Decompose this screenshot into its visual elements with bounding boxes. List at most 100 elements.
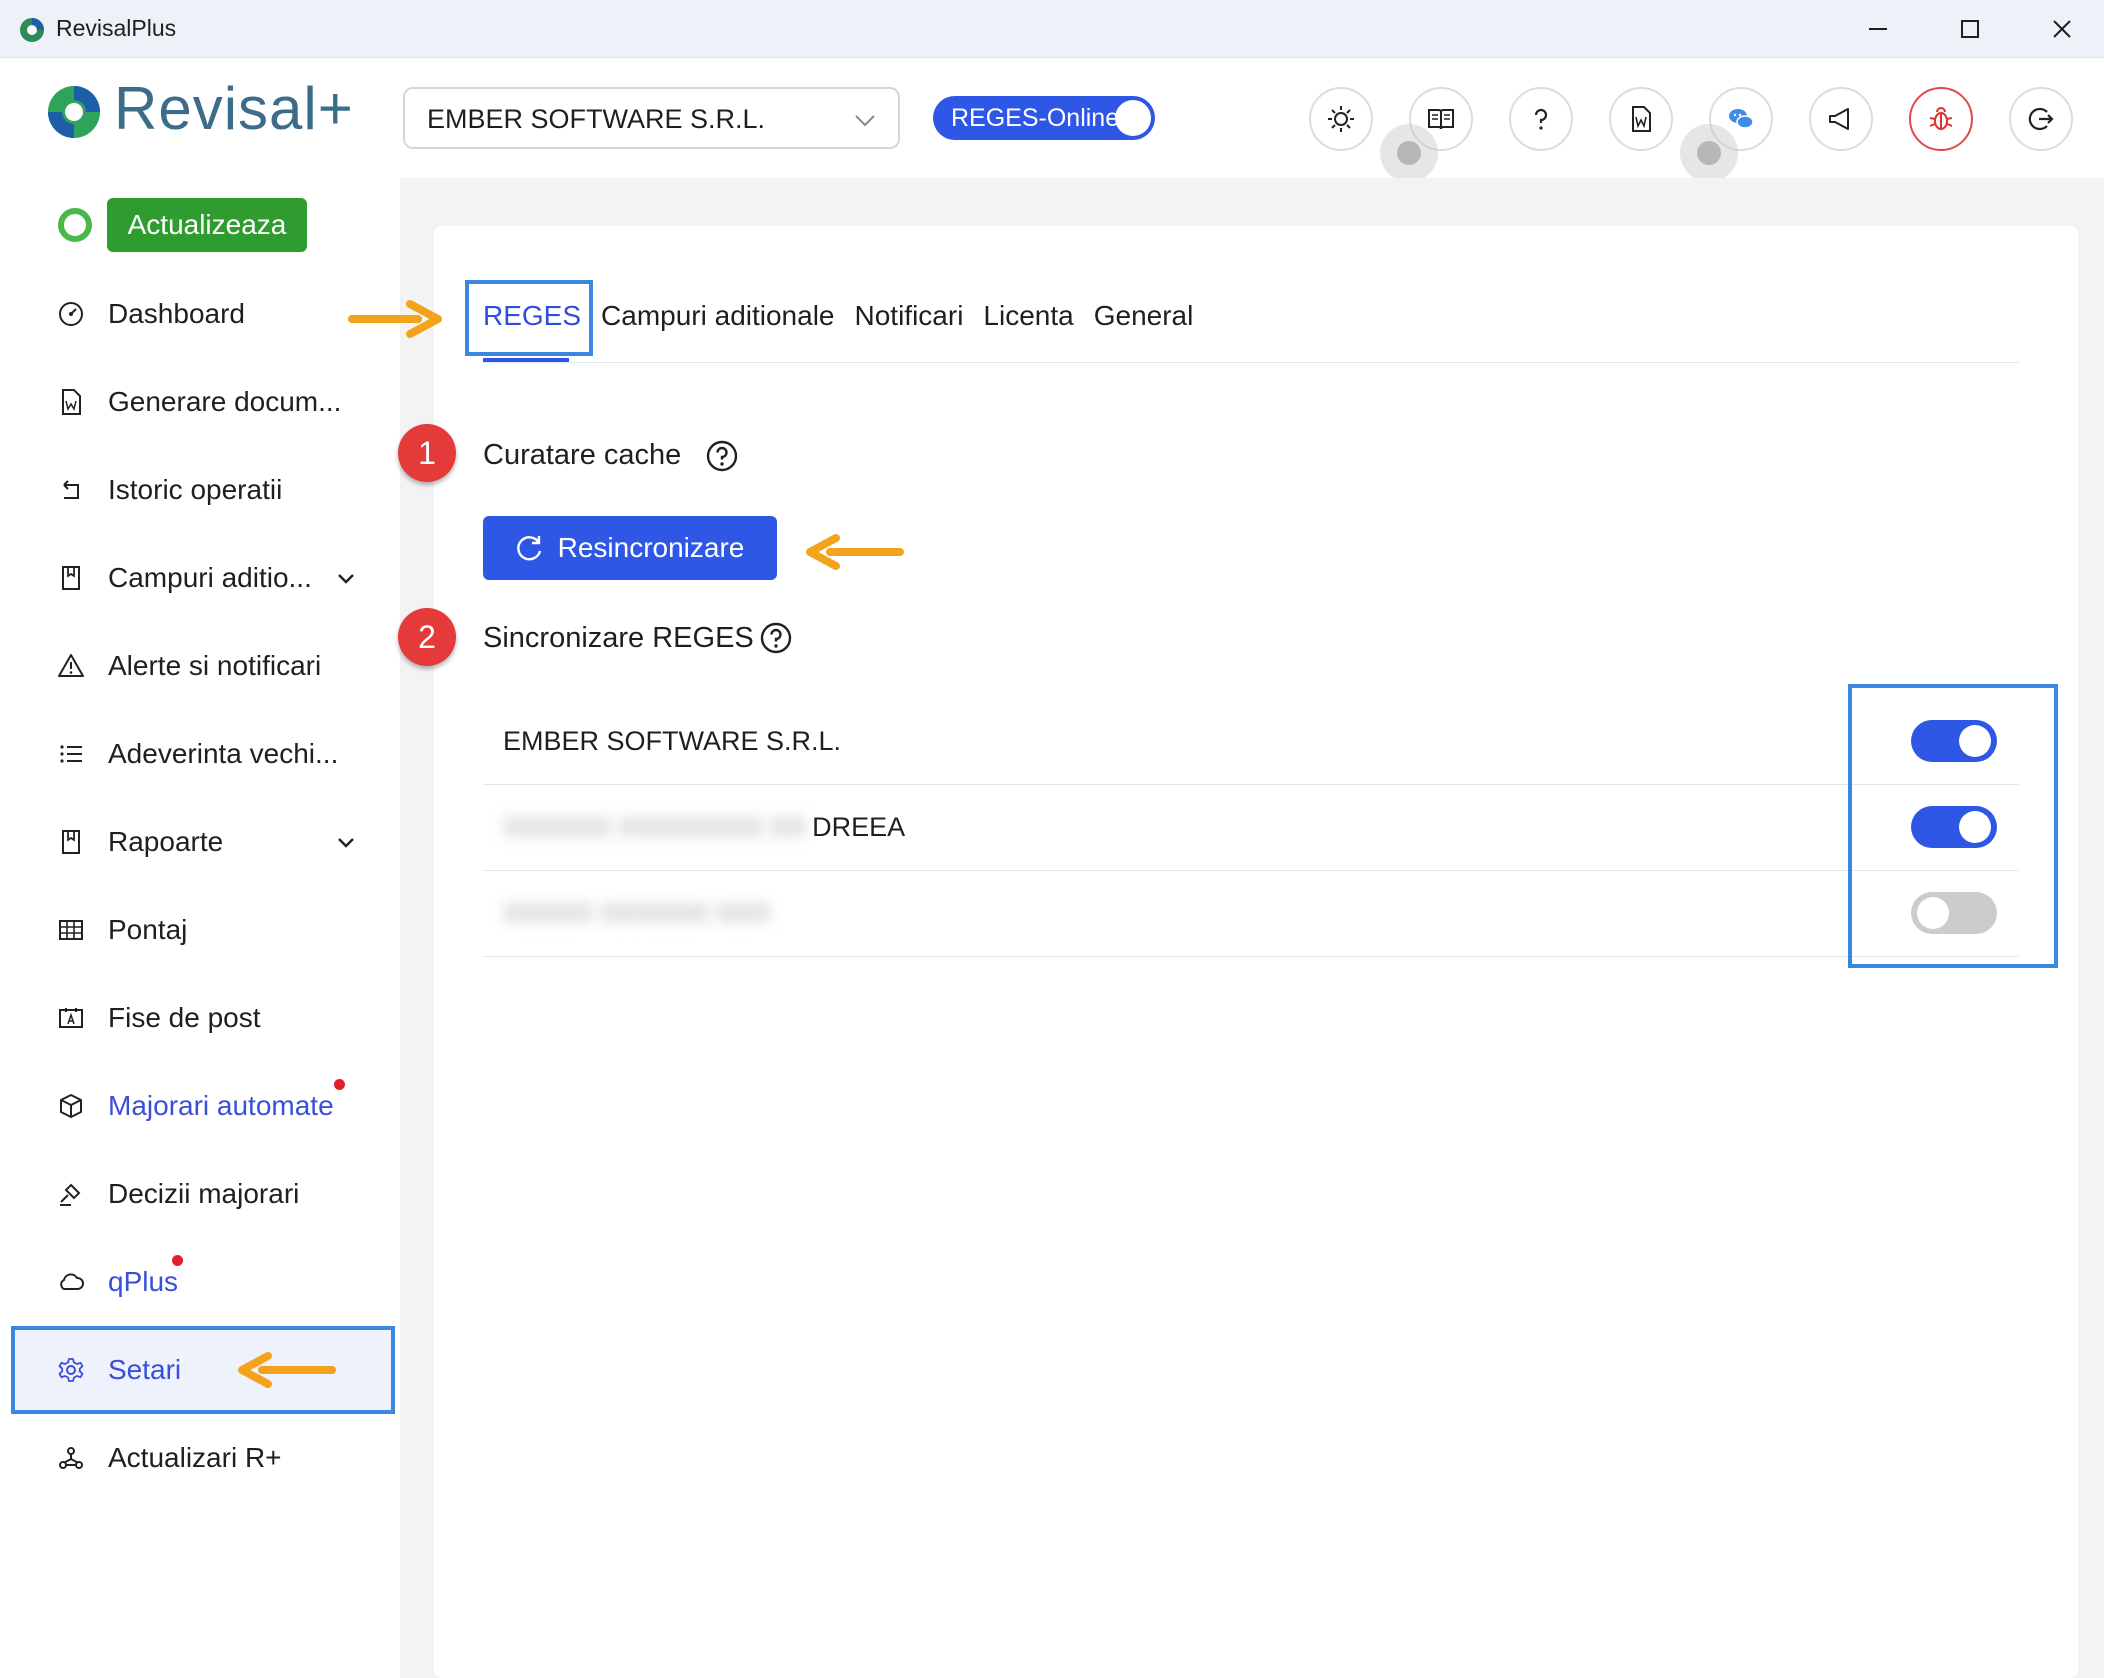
sidebar-item-generare-documente[interactable]: Generare docum...	[56, 372, 376, 432]
sidebar-item-label: Rapoarte	[108, 826, 224, 857]
annotation-highlight-toggles	[1848, 684, 2058, 968]
grid-icon	[56, 915, 86, 945]
sun-icon	[1328, 106, 1354, 132]
step-badge: 1	[398, 424, 456, 482]
new-indicator-dot	[334, 1079, 345, 1090]
revisal-logo-icon	[44, 82, 104, 142]
megaphone-icon	[1829, 108, 1849, 130]
help-circle-icon[interactable]	[706, 440, 738, 472]
section-title-curatare-cache: Curatare cache	[483, 439, 682, 471]
sidebar-item-label: Generare docum...	[108, 386, 342, 417]
sidebar-item-istoric-operatii[interactable]: Istoric operatii	[56, 460, 376, 520]
company-name-redacted: XXXXX XXXXXX XXX	[503, 897, 771, 928]
update-button[interactable]: Actualizeaza	[107, 198, 307, 252]
word-file-icon	[56, 387, 86, 417]
report-bug-button[interactable]	[1909, 87, 1973, 151]
sidebar-item-label: Istoric operatii	[108, 474, 283, 505]
sidebar-item-qplus[interactable]: qPlus	[56, 1252, 376, 1312]
tab-campuri-aditionale[interactable]: Campuri aditionale	[601, 300, 834, 332]
settings-icon	[56, 1355, 86, 1385]
bookmark-icon	[56, 563, 86, 593]
annotation-arrow	[238, 1352, 336, 1388]
cube-icon	[56, 1091, 86, 1121]
question-icon	[1534, 108, 1548, 130]
logout-button[interactable]	[2009, 87, 2073, 151]
announcements-button[interactable]	[1809, 87, 1873, 151]
bug-icon	[1929, 107, 1953, 130]
tabs-divider	[483, 362, 2019, 363]
theme-button[interactable]	[1309, 87, 1373, 151]
company-row: XXXXX XXXXXX XXX	[483, 870, 2019, 957]
company-select-value: EMBER SOFTWARE S.R.L.	[427, 104, 766, 134]
company-select[interactable]: EMBER SOFTWARE S.R.L.	[403, 87, 900, 149]
annotation-arrow	[348, 300, 442, 338]
id-card-icon	[56, 1003, 86, 1033]
app-logo-icon	[18, 16, 46, 44]
sidebar-item-campuri-aditionale[interactable]: Campuri aditio...	[56, 548, 376, 608]
list-icon	[56, 739, 86, 769]
sidebar-item-label: Actualizari R+	[108, 1442, 282, 1473]
sidebar-item-decizii-majorari[interactable]: Decizii majorari	[56, 1164, 376, 1224]
annotation-highlight-reges-tab	[465, 280, 593, 356]
sidebar-item-label: Dashboard	[108, 298, 245, 329]
toggle-knob	[1115, 100, 1151, 136]
window-title: RevisalPlus	[56, 15, 177, 41]
word-template-button[interactable]	[1609, 87, 1673, 151]
cloud-icon	[56, 1267, 86, 1297]
sidebar-item-rapoarte[interactable]: Rapoarte	[56, 812, 376, 872]
minimize-button[interactable]	[1848, 8, 1908, 50]
tab-notificari[interactable]: Notificari	[855, 300, 964, 332]
help-circle-icon[interactable]	[760, 622, 792, 654]
word-doc-icon	[1632, 106, 1651, 132]
sidebar-item-actualizari[interactable]: Actualizari R+	[56, 1428, 376, 1488]
sidebar-item-alerte-notificari[interactable]: Alerte si notificari	[56, 636, 376, 696]
sidebar-item-label: Decizii majorari	[108, 1178, 300, 1209]
resync-button-label: Resincronizare	[557, 532, 745, 563]
update-status-icon	[58, 208, 92, 242]
sidebar-item-label: Fise de post	[108, 1002, 261, 1033]
reges-online-label: REGES-Online	[951, 104, 1120, 132]
chevron-down-icon	[338, 838, 354, 848]
step-badge: 2	[398, 608, 456, 666]
maximize-button[interactable]	[1940, 8, 2000, 50]
reges-online-toggle[interactable]: REGES-Online	[933, 96, 1155, 140]
sidebar-item-label: Majorari automate	[108, 1090, 334, 1121]
logout-icon	[2028, 107, 2054, 131]
sidebar-item-pontaj[interactable]: Pontaj	[56, 900, 376, 960]
sidebar-item-fise-de-post[interactable]: Fise de post	[56, 988, 376, 1048]
close-button[interactable]	[2032, 8, 2092, 50]
sidebar-item-label: Adeverinta vechi...	[108, 738, 339, 769]
title-bar	[0, 0, 2104, 58]
company-row: EMBER SOFTWARE S.R.L.	[483, 698, 2019, 785]
warning-icon	[56, 651, 86, 681]
section-title-sincronizare-reges: Sincronizare REGES	[483, 622, 754, 654]
sidebar-item-adeverinta-vechime[interactable]: Adeverinta vechi...	[56, 724, 376, 784]
tab-licenta[interactable]: Licenta	[983, 300, 1073, 332]
sidebar-item-majorari-automate[interactable]: Majorari automate	[56, 1076, 376, 1136]
annotation-arrow	[806, 534, 904, 570]
tab-general[interactable]: General	[1094, 300, 1194, 332]
chevron-down-icon	[855, 115, 875, 127]
history-icon	[56, 475, 86, 505]
new-indicator-dot	[172, 1255, 183, 1266]
resync-button[interactable]: Resincronizare	[483, 516, 777, 580]
gavel-icon	[56, 1179, 86, 1209]
help-button[interactable]	[1509, 87, 1573, 151]
bookmark-icon	[56, 827, 86, 857]
chevron-down-icon	[338, 574, 354, 584]
sidebar-item-label: Alerte si notificari	[108, 650, 322, 681]
loading-indicator	[1680, 124, 1738, 182]
sidebar-item-dashboard[interactable]: Dashboard	[56, 284, 376, 344]
sidebar-item-label: Campuri aditio...	[108, 562, 312, 593]
company-row: XXXXXX XXXXXXXX XX DREEA	[483, 784, 2019, 871]
refresh-icon	[516, 536, 541, 561]
company-name: EMBER SOFTWARE S.R.L.	[503, 725, 842, 756]
book-icon	[1428, 109, 1454, 130]
loading-indicator	[1380, 124, 1438, 182]
dashboard-icon	[56, 299, 86, 329]
chat-icon	[1729, 109, 1754, 129]
sidebar-item-label: Pontaj	[108, 914, 188, 945]
minimize-icon	[1869, 28, 1887, 30]
maximize-icon	[1961, 20, 1979, 38]
network-icon	[56, 1443, 86, 1473]
